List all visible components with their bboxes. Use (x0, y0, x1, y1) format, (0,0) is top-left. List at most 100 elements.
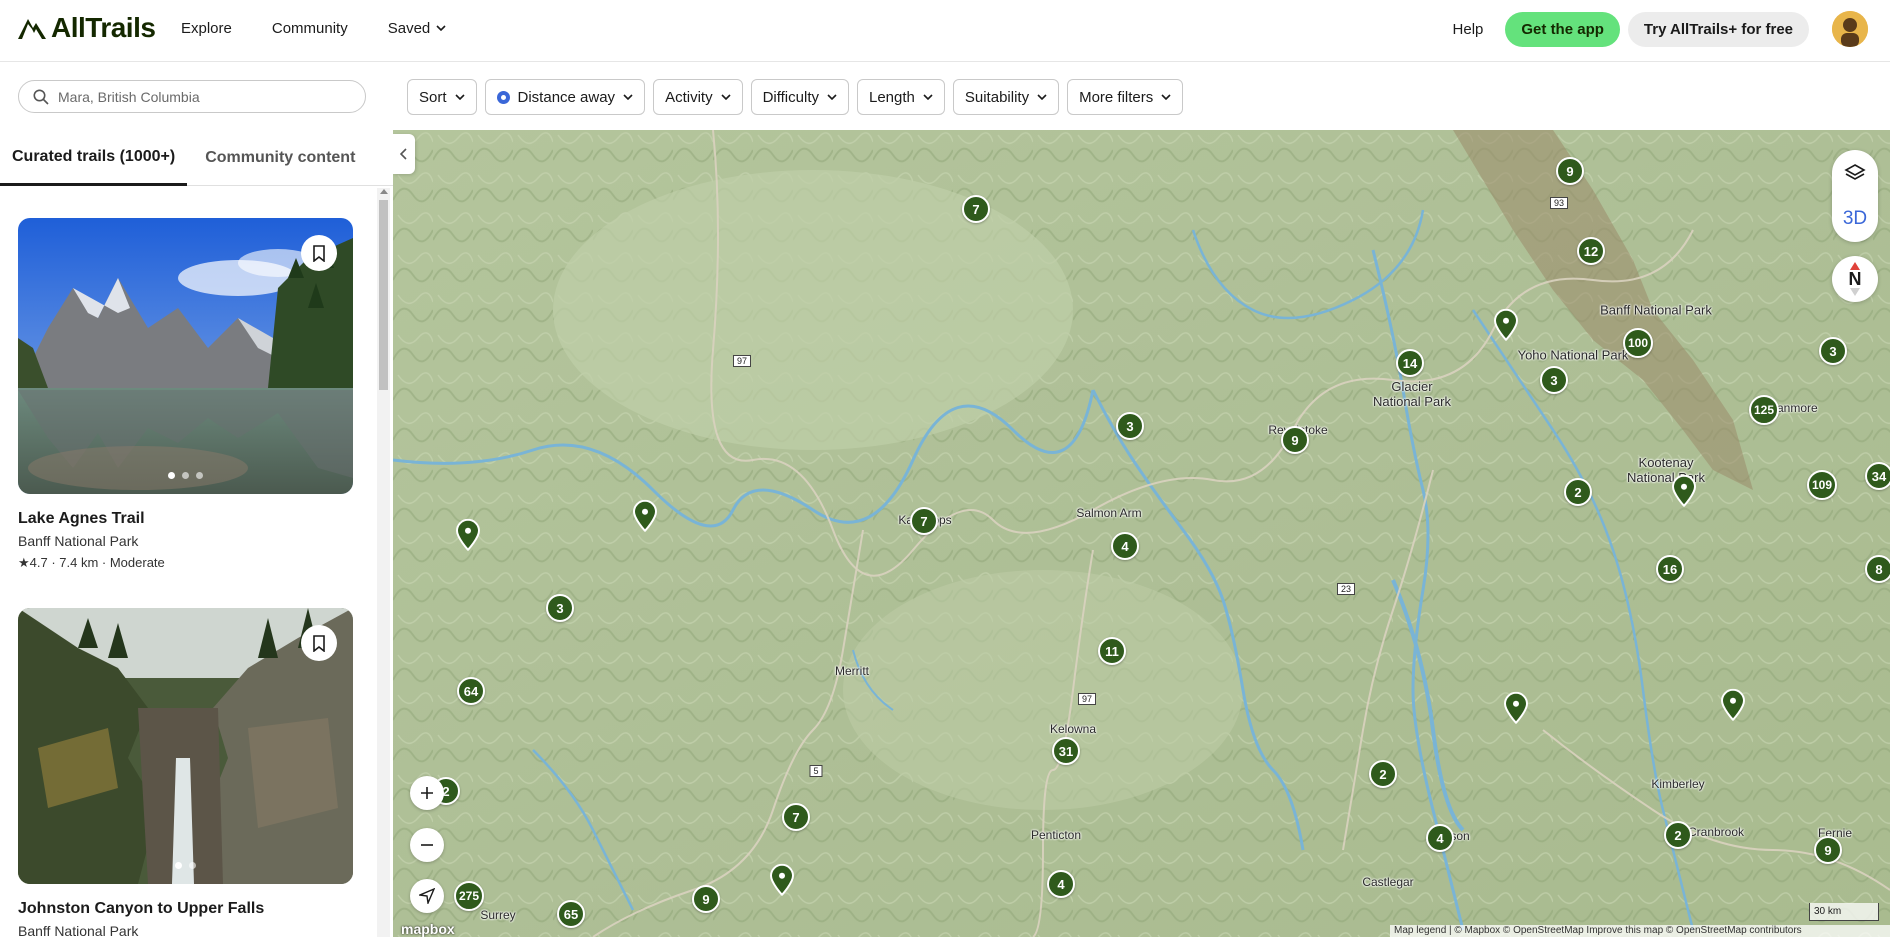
filter-chips: Sort Distance away Activity Difficulty L… (407, 79, 1184, 115)
trail-cluster-marker[interactable]: 65 (557, 900, 585, 928)
trail-cluster-marker[interactable]: 4 (1111, 532, 1139, 560)
collapse-panel-button[interactable] (393, 134, 415, 174)
carousel-dot[interactable] (189, 862, 196, 869)
trail-cluster-marker[interactable]: 8 (1865, 555, 1890, 583)
bookmark-button[interactable] (301, 625, 337, 661)
user-avatar-icon (1832, 11, 1868, 47)
trail-pin-icon[interactable] (769, 863, 795, 896)
trail-title[interactable]: Johnston Canyon to Upper Falls (18, 900, 353, 918)
trail-pin-icon[interactable] (455, 518, 481, 551)
carousel-dot[interactable] (182, 472, 189, 479)
bookmark-icon (313, 634, 325, 652)
filter-bar: Sort Distance away Activity Difficulty L… (0, 62, 1890, 130)
nav-community[interactable]: Community (272, 20, 348, 37)
trail-pin-icon[interactable] (1493, 308, 1519, 341)
trail-cluster-marker[interactable]: 34 (1865, 462, 1890, 490)
trail-cluster-marker[interactable]: 7 (910, 507, 938, 535)
trail-pin-icon[interactable] (1720, 688, 1746, 721)
trail-cluster-marker[interactable]: 2 (1564, 478, 1592, 506)
trail-cluster-marker[interactable]: 4 (1426, 824, 1454, 852)
carousel-dot[interactable] (175, 862, 182, 869)
trail-photo[interactable] (18, 608, 353, 884)
layers-icon (1844, 164, 1866, 180)
trail-cluster-marker[interactable]: 12 (1577, 237, 1605, 265)
trail-cluster-marker[interactable]: 3 (546, 594, 574, 622)
trail-map[interactable]: Kamloops Salmon Arm Revelstoke Merritt K… (393, 130, 1890, 937)
trail-cluster-marker[interactable]: 3 (1116, 412, 1144, 440)
distance-filter[interactable]: Distance away (484, 79, 646, 115)
alltrails-logo[interactable]: AllTrails (17, 12, 156, 44)
trail-title[interactable]: Lake Agnes Trail (18, 510, 353, 528)
length-filter-label: Length (868, 88, 915, 106)
chevron-down-icon (623, 94, 633, 100)
help-link[interactable]: Help (1453, 21, 1484, 38)
try-plus-button[interactable]: Try AllTrails+ for free (1627, 11, 1809, 47)
chevron-down-icon (923, 94, 933, 100)
search-box[interactable] (18, 80, 366, 113)
star-icon: ★ (18, 555, 30, 570)
nav-saved[interactable]: Saved (388, 20, 447, 37)
trail-pin-icon[interactable] (1671, 474, 1697, 507)
zoom-out-button[interactable] (410, 828, 444, 862)
trail-card[interactable]: Lake Agnes Trail Banff National Park ★4.… (18, 218, 353, 571)
park-label: Glacier National Park (1372, 379, 1452, 409)
carousel-dots (18, 862, 353, 869)
trail-card[interactable]: Johnston Canyon to Upper Falls Banff Nat… (18, 608, 353, 939)
trail-cluster-marker[interactable]: 14 (1396, 349, 1424, 377)
trail-rating: 4.7 (29, 555, 48, 570)
map-attribution[interactable]: Map legend | © Mapbox © OpenStreetMap Im… (1390, 925, 1890, 937)
suitability-filter[interactable]: Suitability (952, 79, 1060, 115)
trail-cluster-marker[interactable]: 9 (1814, 836, 1842, 864)
trail-cluster-marker[interactable]: 7 (782, 803, 810, 831)
trail-cluster-marker[interactable]: 125 (1749, 395, 1779, 425)
trail-pin-icon[interactable] (1503, 691, 1529, 724)
mapbox-logo[interactable]: mapbox (401, 921, 455, 937)
bookmark-button[interactable] (301, 235, 337, 271)
trail-photo[interactable] (18, 218, 353, 494)
more-filters[interactable]: More filters (1067, 79, 1184, 115)
carousel-dot[interactable] (168, 472, 175, 479)
place-label: Cranbrook (1687, 825, 1745, 839)
length-filter[interactable]: Length (856, 79, 945, 115)
trail-cluster-marker[interactable]: 9 (692, 885, 720, 913)
tab-curated-trails[interactable]: Curated trails (1000+) (0, 130, 188, 186)
trail-stats: · 7.4 km · Moderate (47, 555, 165, 570)
trail-pin-icon[interactable] (632, 499, 658, 532)
carousel-dot[interactable] (196, 472, 203, 479)
nav-explore[interactable]: Explore (181, 20, 232, 37)
search-input[interactable] (58, 88, 348, 105)
tab-community-content[interactable]: Community content (187, 130, 373, 186)
sort-filter[interactable]: Sort (407, 79, 477, 115)
trail-cluster-marker[interactable]: 109 (1807, 470, 1837, 500)
scrollbar-thumb[interactable] (379, 200, 388, 390)
trail-cluster-marker[interactable]: 100 (1623, 328, 1653, 358)
trail-cluster-marker[interactable]: 3 (1540, 366, 1568, 394)
scroll-up-icon[interactable] (380, 189, 388, 194)
get-app-button[interactable]: Get the app (1505, 11, 1620, 47)
avatar[interactable] (1832, 11, 1868, 47)
plus-icon (421, 787, 433, 799)
trail-cluster-marker[interactable]: 31 (1052, 737, 1080, 765)
compass-button[interactable]: N (1832, 256, 1878, 302)
scrollbar[interactable] (377, 188, 390, 937)
map-scale: 30 km (1809, 903, 1879, 921)
trail-cluster-marker[interactable]: 275 (454, 881, 484, 911)
trail-cluster-marker[interactable]: 11 (1098, 637, 1126, 665)
trail-cluster-marker[interactable]: 16 (1656, 555, 1684, 583)
layers-button[interactable] (1832, 150, 1878, 196)
minus-icon (421, 844, 433, 846)
trail-cluster-marker[interactable]: 2 (1369, 760, 1397, 788)
activity-filter[interactable]: Activity (653, 79, 743, 115)
zoom-in-button[interactable] (410, 776, 444, 810)
trail-cluster-marker[interactable]: 7 (962, 195, 990, 223)
difficulty-filter[interactable]: Difficulty (750, 79, 849, 115)
3d-toggle-button[interactable]: 3D (1832, 196, 1878, 242)
trail-cluster-marker[interactable]: 64 (457, 677, 485, 705)
distance-filter-label: Distance away (517, 88, 616, 106)
trail-cluster-marker[interactable]: 4 (1047, 870, 1075, 898)
trail-cluster-marker[interactable]: 9 (1556, 157, 1584, 185)
my-location-button[interactable] (410, 879, 444, 913)
trail-cluster-marker[interactable]: 2 (1664, 821, 1692, 849)
trail-cluster-marker[interactable]: 3 (1819, 337, 1847, 365)
trail-cluster-marker[interactable]: 9 (1281, 426, 1309, 454)
